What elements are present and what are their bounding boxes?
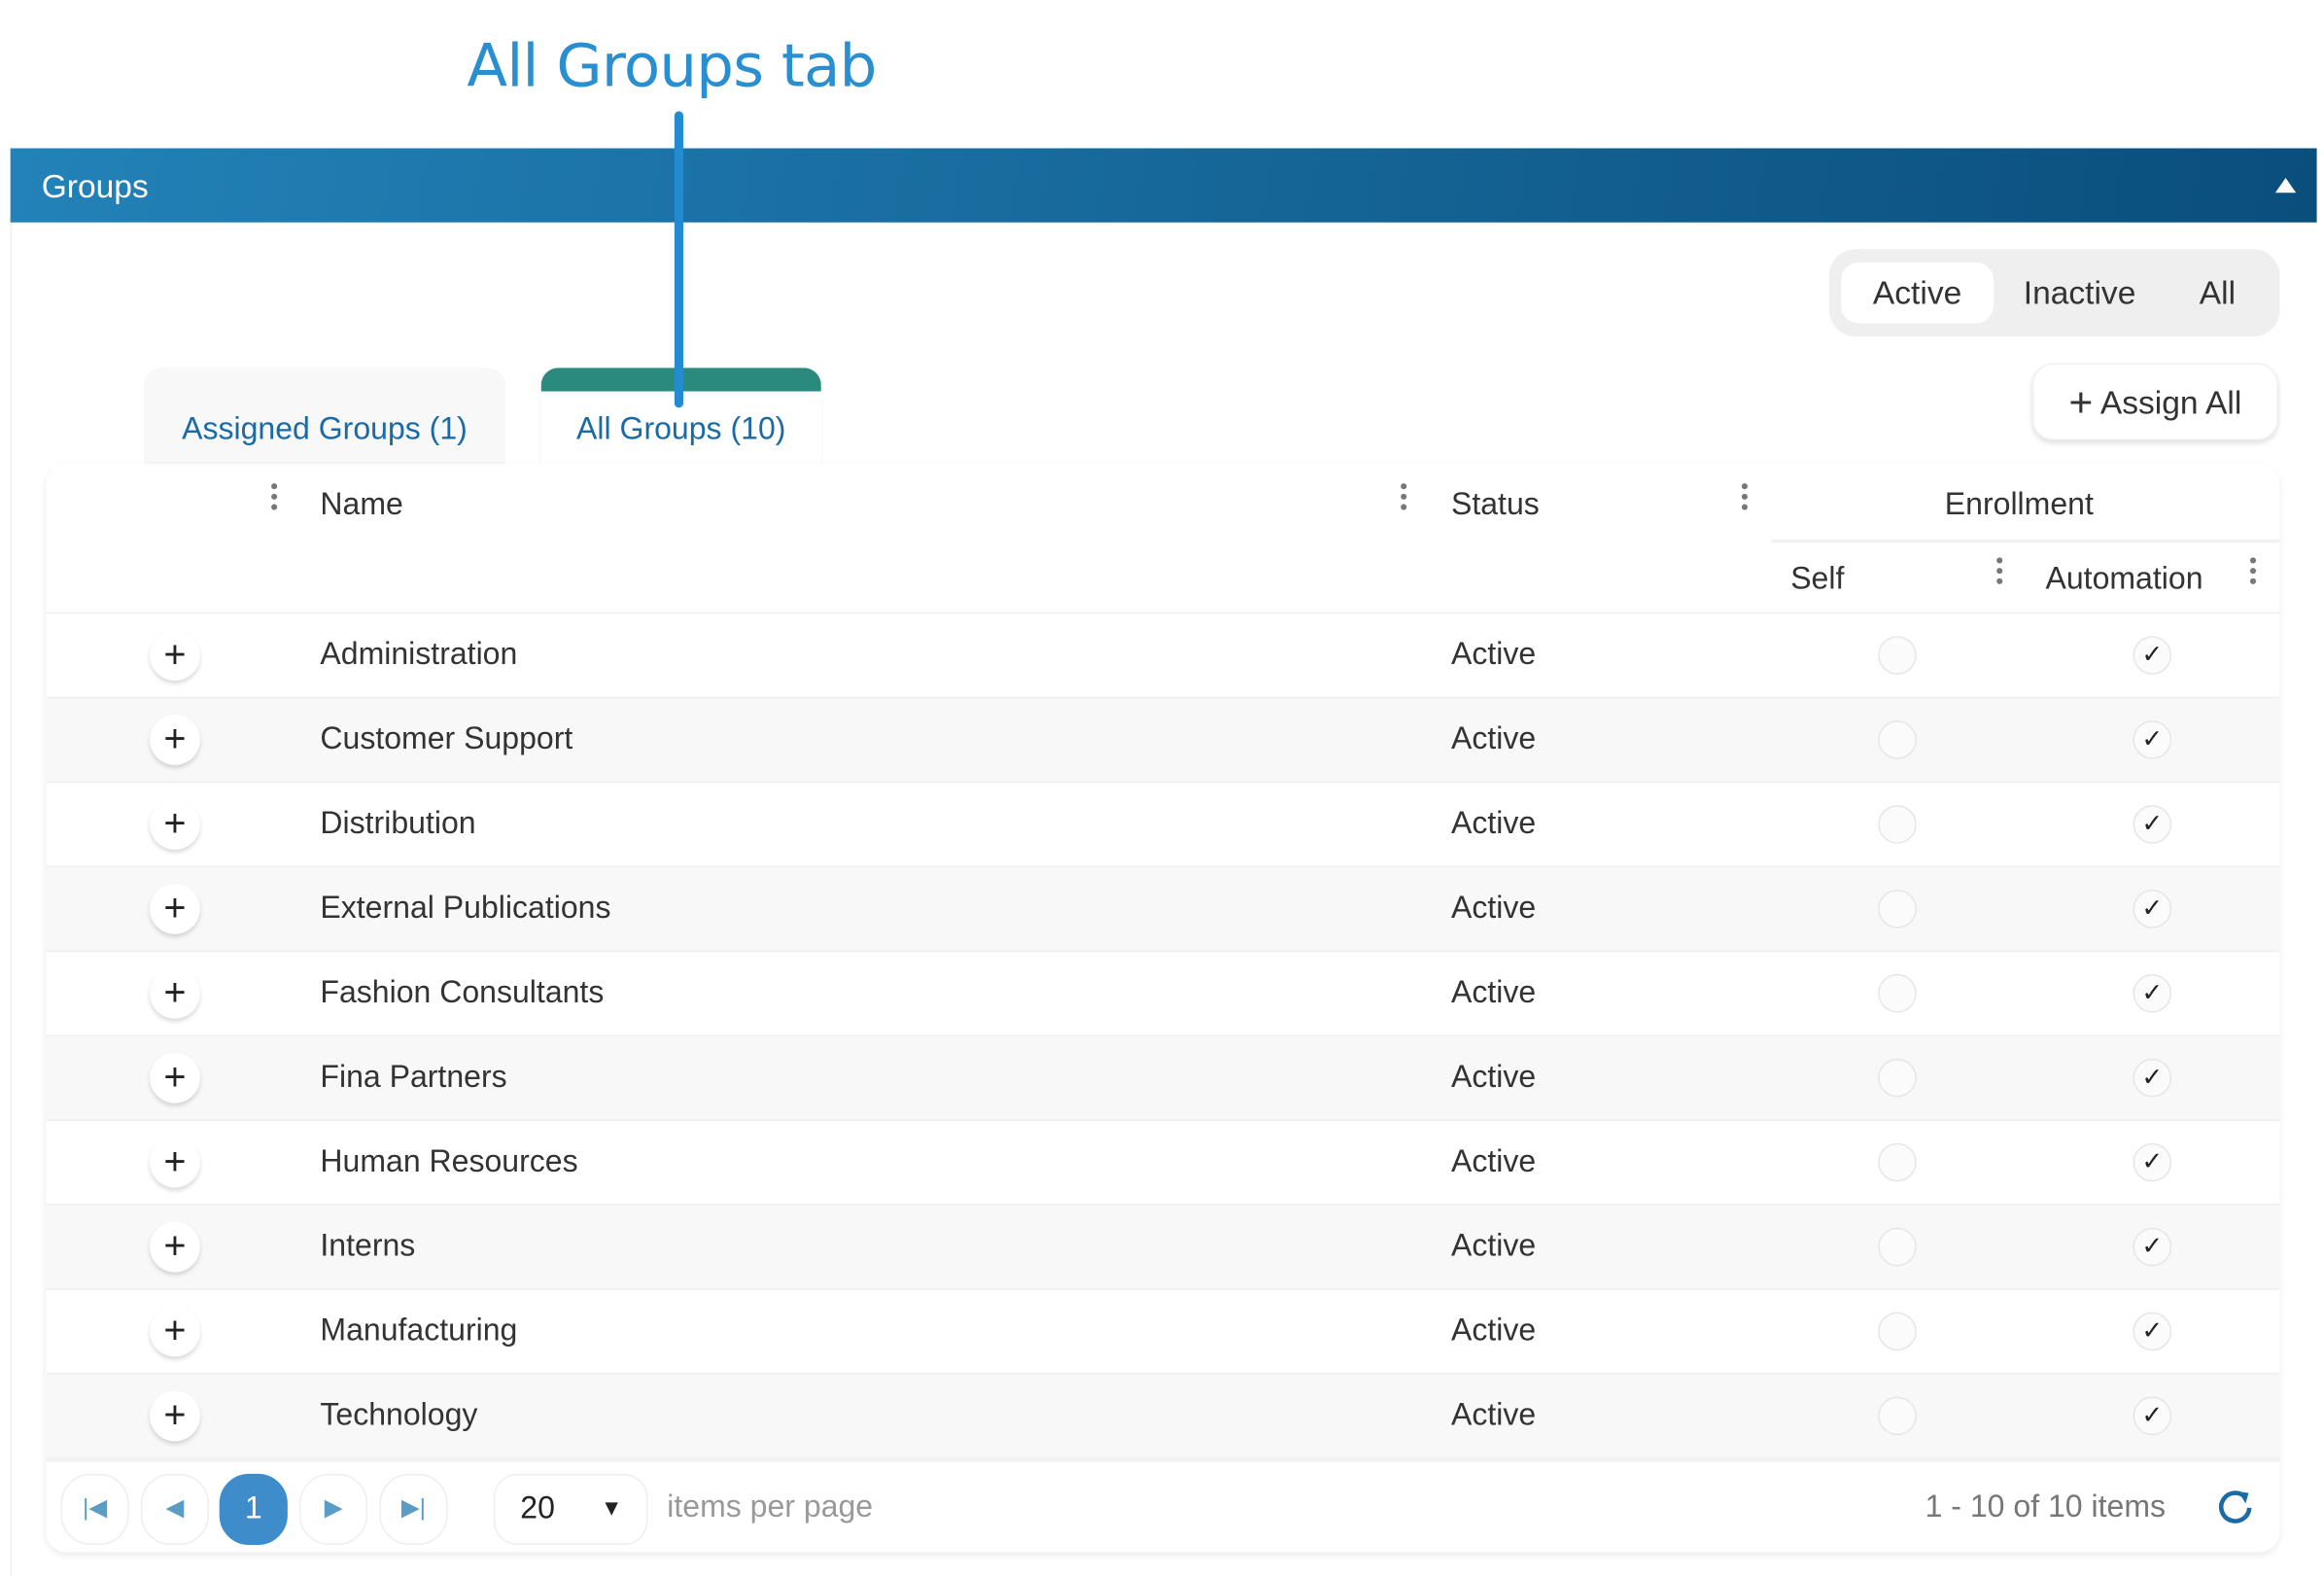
refresh-icon[interactable] [2216,1488,2255,1527]
group-status: Active [1450,1144,1537,1179]
self-enrollment-indicator [1878,805,1917,844]
plus-icon[interactable]: + [150,1221,200,1273]
table-row: + Human Resources Active ✓ [46,1119,2280,1205]
group-name: Administration [320,637,518,672]
plus-icon[interactable]: + [150,883,200,934]
check-icon: ✓ [2133,1142,2172,1182]
plus-icon[interactable]: + [150,967,200,1019]
prev-page-button[interactable]: ◀ [140,1473,210,1546]
page-size-value: 20 [520,1491,555,1526]
group-status: Active [1450,806,1537,841]
annotation-pointer [674,111,684,408]
column-header-self[interactable]: Self [1790,562,1844,598]
group-name: Interns [320,1229,416,1264]
group-status: Active [1450,1229,1537,1264]
plus-icon[interactable]: + [150,715,200,765]
group-name: Customer Support [320,721,573,756]
triangle-up-icon[interactable] [2274,178,2297,193]
panel-title: Groups [41,167,149,205]
pager-summary: 1 - 10 of 10 items [1925,1489,2167,1524]
group-status: Active [1450,1060,1537,1095]
self-enrollment-indicator [1878,890,1917,928]
chevron-down-icon: ▼ [600,1495,623,1522]
plus-icon[interactable]: + [150,1306,200,1357]
column-menu-icon[interactable] [2249,557,2257,588]
assign-all-button[interactable]: + Assign All [2031,363,2278,440]
assign-all-label: Assign All [2099,383,2242,422]
column-menu-icon[interactable] [1996,557,2003,588]
table-row: + Fashion Consultants Active ✓ [46,950,2280,1036]
group-name: Fashion Consultants [320,975,605,1010]
filter-all[interactable]: All [2179,263,2256,324]
table-row: + Manufacturing Active ✓ [46,1288,2280,1374]
check-icon: ✓ [2133,805,2172,844]
self-enrollment-indicator [1878,720,1917,759]
self-enrollment-indicator [1878,1227,1917,1267]
pager: |◀ ◀ 1 ▶ ▶| 20 ▼ items per page 1 - 10 of… [46,1457,2280,1553]
group-name: Fina Partners [320,1060,507,1095]
group-name: Manufacturing [320,1313,518,1348]
column-header-status[interactable]: Status [1451,488,1540,524]
table-row: + Interns Active ✓ [46,1204,2280,1290]
table-row: + Distribution Active ✓ [46,781,2280,867]
column-menu-icon[interactable] [271,483,278,514]
self-enrollment-indicator [1878,1312,1917,1351]
next-page-button[interactable]: ▶ [299,1473,368,1546]
check-icon: ✓ [2133,1227,2172,1267]
column-header-name[interactable]: Name [320,488,402,524]
table-row: + Administration Active ✓ [46,612,2280,698]
groups-table: Name Status Enrollment Self Automation +… [46,464,2280,1553]
page-size-label: items per page [667,1489,874,1524]
column-header-automation[interactable]: Automation [2046,562,2203,598]
filter-inactive[interactable]: Inactive [1999,263,2160,324]
group-name: Distribution [320,806,476,841]
current-page-button[interactable]: 1 [219,1473,288,1546]
first-page-button[interactable]: |◀ [60,1473,129,1546]
column-header-enrollment: Enrollment [1944,487,2094,522]
group-status: Active [1450,1398,1537,1433]
header-divider [1771,540,2280,543]
plus-icon: + [2068,379,2094,426]
self-enrollment-indicator [1878,1142,1917,1182]
panel-header[interactable]: Groups [10,148,2317,223]
self-enrollment-indicator [1878,1058,1917,1098]
group-status: Active [1450,637,1537,672]
check-icon: ✓ [2133,890,2172,928]
table-row: + External Publications Active ✓ [46,865,2280,953]
self-enrollment-indicator [1878,973,1917,1013]
group-status: Active [1450,891,1537,926]
filter-active[interactable]: Active [1841,262,1994,324]
check-icon: ✓ [2133,720,2172,759]
self-enrollment-indicator [1878,636,1917,675]
group-status: Active [1450,721,1537,756]
page-size-select[interactable]: 20 ▼ [493,1473,648,1546]
status-filter: Active Inactive All [1828,249,2280,337]
column-menu-icon[interactable] [1401,483,1407,514]
check-icon: ✓ [2133,1058,2172,1098]
plus-icon[interactable]: + [150,630,200,681]
plus-icon[interactable]: + [150,1390,200,1442]
table-row: + Technology Active ✓ [46,1373,2280,1459]
group-name: External Publications [320,891,611,926]
table-row: + Customer Support Active ✓ [46,696,2280,784]
group-name: Technology [320,1398,478,1433]
table-row: + Fina Partners Active ✓ [46,1034,2280,1121]
group-name: Human Resources [320,1144,578,1179]
group-status: Active [1450,1313,1537,1348]
self-enrollment-indicator [1878,1396,1917,1436]
tab-assigned-groups[interactable]: Assigned Groups (1) [143,368,506,466]
plus-icon[interactable]: + [150,1052,200,1103]
last-page-button[interactable]: ▶| [379,1473,448,1546]
plus-icon[interactable]: + [150,798,200,850]
check-icon: ✓ [2133,636,2172,675]
annotation-label: All Groups tab [467,32,877,101]
check-icon: ✓ [2133,973,2172,1013]
check-icon: ✓ [2133,1396,2172,1436]
check-icon: ✓ [2133,1312,2172,1351]
column-menu-icon[interactable] [1741,483,1748,514]
plus-icon[interactable]: + [150,1137,200,1188]
group-status: Active [1450,975,1537,1010]
